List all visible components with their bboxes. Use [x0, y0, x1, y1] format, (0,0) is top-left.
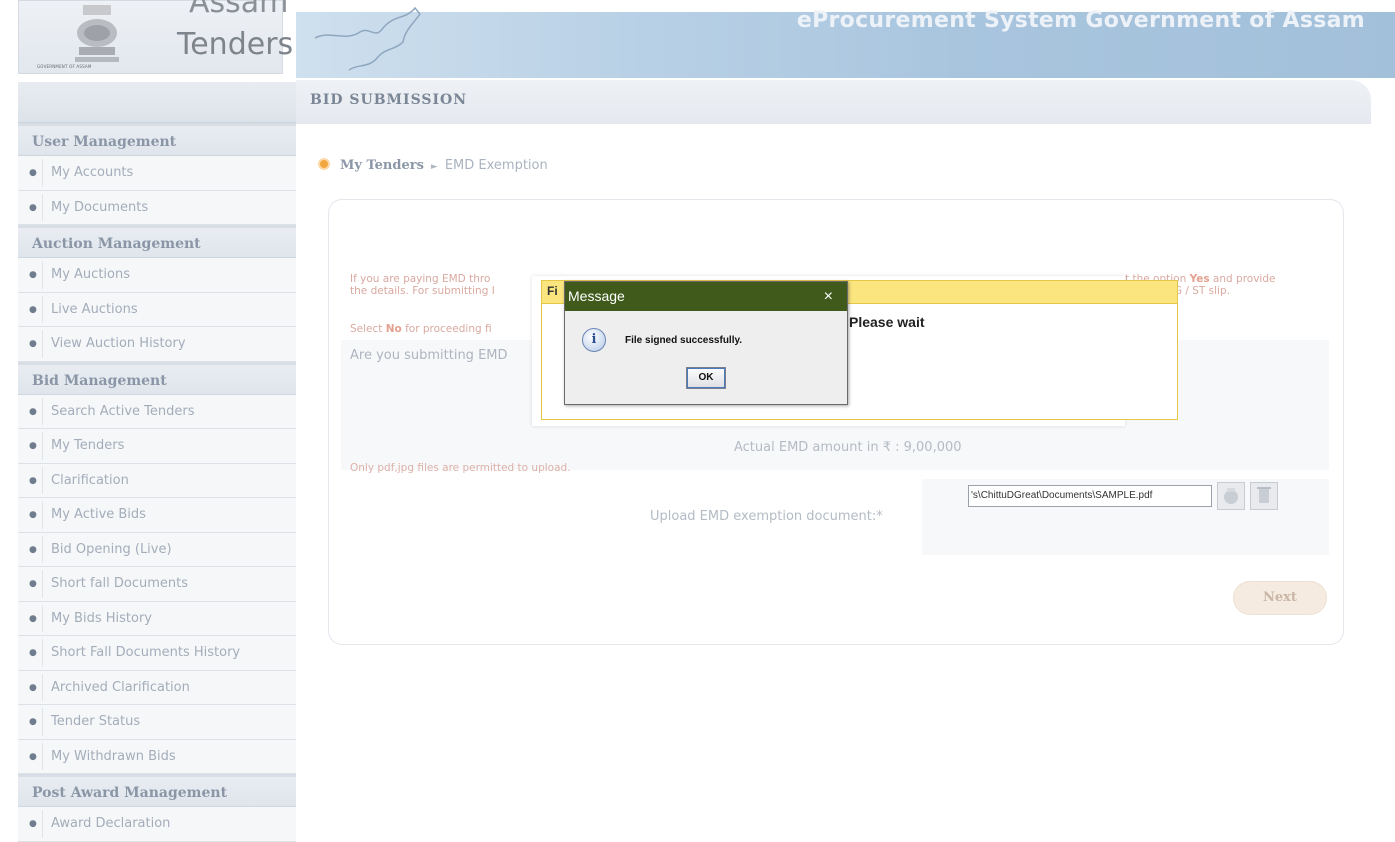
- select-no-text: Select No for proceeding fi: [350, 323, 492, 335]
- logo-text-assam: Assam: [189, 0, 289, 20]
- sidebar-section-post-award-management: Post Award Management: [18, 774, 296, 807]
- message-dialog: Message × i File signed successfully. OK: [564, 281, 848, 405]
- sidebar-item-my-accounts[interactable]: ● My Accounts: [18, 156, 296, 191]
- file-type-note: Only pdf,jpg files are permitted to uplo…: [350, 462, 571, 474]
- bullet-icon: ●: [29, 304, 37, 315]
- sidebar-item-label: My Auctions: [42, 261, 296, 289]
- bullet-icon: ●: [29, 613, 37, 624]
- logo-box[interactable]: GOVERNMENT OF ASSAM Assam Tenders: [18, 0, 293, 74]
- bullet-icon: ●: [29, 441, 37, 451]
- sidebar-item-label: My Accounts: [42, 159, 296, 187]
- sidebar-item-label: My Tenders: [42, 432, 296, 460]
- page-title: BID SUBMISSION: [310, 92, 468, 108]
- message-dialog-title: Message: [568, 288, 625, 304]
- sign-icon: [1224, 488, 1238, 504]
- bullet-icon: ●: [29, 168, 37, 178]
- message-dialog-titlebar[interactable]: Message ×: [565, 282, 847, 311]
- sidebar-item-tender-status[interactable]: ● Tender Status: [18, 705, 296, 740]
- bullet-icon: ●: [29, 406, 37, 417]
- sidebar-item-label: Archived Clarification: [42, 673, 296, 701]
- sidebar-item-label: Short fall Documents: [42, 570, 296, 598]
- sidebar-item-label: My Active Bids: [42, 501, 296, 529]
- sidebar-item-label: My Bids History: [42, 604, 296, 632]
- close-icon[interactable]: ×: [824, 282, 833, 311]
- bullet-icon: ●: [29, 202, 37, 213]
- sidebar-item-label: My Withdrawn Bids: [42, 742, 296, 770]
- processing-title: Fi: [547, 284, 558, 298]
- emd-question: Are you submitting EMD: [350, 348, 508, 363]
- sidebar-item-clarification[interactable]: ● Clarification: [18, 463, 296, 498]
- sidebar-item-my-tenders[interactable]: ● My Tenders: [18, 429, 296, 464]
- bullet-icon: ●: [29, 751, 37, 762]
- breadcrumb: My Tenders ► EMD Exemption: [318, 158, 548, 173]
- delete-icon: [1257, 487, 1271, 503]
- assam-emblem-icon: [75, 5, 119, 62]
- sidebar-item-label: Search Active Tenders: [42, 397, 296, 425]
- sidebar-section-bid-management: Bid Management: [18, 361, 296, 395]
- sidebar-item-view-auction-history[interactable]: ● View Auction History: [18, 327, 296, 362]
- sidebar: User Management ● My Accounts ● My Documen…: [18, 82, 296, 842]
- sidebar-item-live-auctions[interactable]: ● Live Auctions: [18, 292, 296, 327]
- banner-title: eProcurement System Government of Assam: [796, 8, 1365, 33]
- sidebar-item-label: Bid Opening (Live): [42, 535, 296, 563]
- next-button[interactable]: Next: [1233, 581, 1327, 615]
- sidebar-item-my-withdrawn-bids[interactable]: ● My Withdrawn Bids: [18, 739, 296, 774]
- bullet-icon: ●: [29, 339, 37, 349]
- sidebar-item-bid-opening-live[interactable]: ● Bid Opening (Live): [18, 532, 296, 567]
- breadcrumb-bullet-icon: [318, 158, 330, 170]
- bullet-icon: ●: [29, 717, 37, 727]
- upload-label: Upload EMD exemption document:*: [650, 509, 883, 524]
- bullet-icon: ●: [29, 544, 37, 555]
- file-path-input[interactable]: 's\ChittuDGreat\Documents\SAMPLE.pdf: [968, 485, 1212, 507]
- bullet-icon: ●: [29, 475, 37, 486]
- bullet-icon: ●: [29, 270, 37, 280]
- remove-upload-button[interactable]: [1250, 482, 1278, 510]
- breadcrumb-current: EMD Exemption: [444, 158, 548, 173]
- emblem-caption: GOVERNMENT OF ASSAM: [37, 64, 92, 69]
- bullet-icon: ●: [29, 579, 37, 589]
- sign-upload-button[interactable]: [1217, 482, 1245, 510]
- sidebar-section-user-management: User Management: [18, 123, 296, 156]
- sidebar-item-my-documents[interactable]: ● My Documents: [18, 190, 296, 225]
- please-wait-text: Please wait: [849, 314, 925, 330]
- breadcrumb-separator-icon: ►: [430, 162, 438, 172]
- assam-map-icon: [314, 6, 421, 71]
- bullet-icon: ●: [29, 510, 37, 520]
- sidebar-item-label: View Auction History: [42, 330, 296, 358]
- sidebar-item-label: Live Auctions: [42, 295, 296, 323]
- sidebar-item-award-declaration[interactable]: ● Award Declaration: [18, 807, 296, 842]
- sidebar-item-short-fall-documents-history[interactable]: ● Short Fall Documents History: [18, 636, 296, 671]
- page-header: BID SUBMISSION: [296, 80, 1371, 124]
- ok-button[interactable]: OK: [686, 367, 726, 389]
- sidebar-item-my-bids-history[interactable]: ● My Bids History: [18, 601, 296, 636]
- info-icon: i: [582, 328, 606, 352]
- sidebar-item-my-auctions[interactable]: ● My Auctions: [18, 258, 296, 293]
- bullet-icon: ●: [29, 682, 37, 693]
- bullet-icon: ●: [29, 819, 37, 829]
- sidebar-item-archived-clarification[interactable]: ● Archived Clarification: [18, 670, 296, 705]
- sidebar-item-label: Tender Status: [42, 708, 296, 736]
- sidebar-item-label: Clarification: [42, 466, 296, 494]
- sidebar-item-my-active-bids[interactable]: ● My Active Bids: [18, 498, 296, 533]
- sidebar-section-auction-management: Auction Management: [18, 225, 296, 258]
- sidebar-item-label: My Documents: [42, 193, 296, 221]
- sidebar-item-short-fall-documents[interactable]: ● Short fall Documents: [18, 567, 296, 602]
- bullet-icon: ●: [29, 648, 37, 658]
- breadcrumb-link-my-tenders[interactable]: My Tenders: [340, 158, 424, 173]
- sidebar-item-label: Short Fall Documents History: [42, 639, 296, 667]
- header: GOVERNMENT OF ASSAM Assam Tenders eProcu…: [0, 0, 1395, 80]
- sidebar-item-label: Award Declaration: [42, 810, 296, 838]
- sidebar-item-search-active-tenders[interactable]: ● Search Active Tenders: [18, 394, 296, 429]
- emd-amount: Actual EMD amount in ₹ : 9,00,000: [734, 440, 962, 455]
- message-text: File signed successfully.: [625, 335, 743, 346]
- logo-text-tenders: Tenders: [177, 27, 294, 62]
- sidebar-top: [18, 82, 296, 123]
